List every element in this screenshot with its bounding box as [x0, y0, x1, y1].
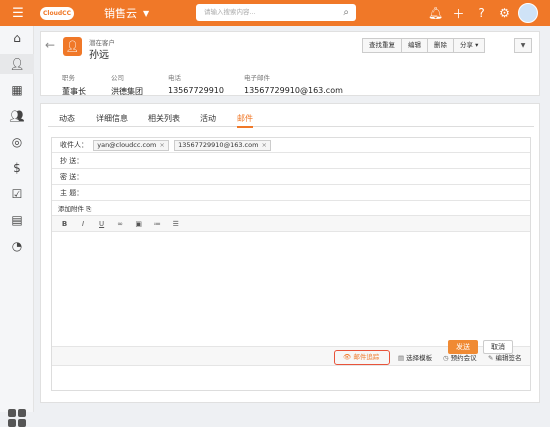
ordered-list-icon[interactable]: ≔	[151, 216, 164, 232]
record-tabs: 动态 详细信息 相关列表 活动 邮件	[48, 113, 534, 128]
editor-toolbar: B I U ∞ ▣ ≔ ☰	[52, 216, 530, 232]
cc-row[interactable]: 抄 送：	[52, 154, 530, 169]
help-icon[interactable]: ?	[470, 6, 493, 20]
edit-signature-label: 编辑签名	[495, 354, 522, 362]
recipient-chip: yan@cloudcc.com ×	[93, 139, 169, 151]
tab-details[interactable]: 详细信息	[96, 113, 128, 124]
task-check-icon[interactable]: ☑	[0, 184, 34, 204]
back-arrow-icon[interactable]: ←	[45, 38, 55, 52]
global-search-input[interactable]: 请输入搜索内容... ⌕	[196, 4, 356, 21]
record-header-card: ← 👤︎ 潜在客户 孙远 查找重复 编辑 删除 分享 ▾ ▼ 职务 董事长 公司…	[40, 31, 540, 96]
dashboard-gauge-icon[interactable]: ◔	[0, 236, 34, 256]
select-template-label: 选择模板	[406, 354, 433, 362]
unordered-list-icon[interactable]: ☰	[169, 216, 182, 232]
contact-icon[interactable]: 👥︎	[0, 106, 34, 126]
money-icon[interactable]: $	[0, 158, 34, 178]
subject-row[interactable]: 主 题：	[52, 186, 530, 201]
field-title: 职务 董事长	[62, 72, 86, 97]
lead-icon[interactable]: 👤︎	[0, 54, 34, 74]
record-detail-card: 动态 详细信息 相关列表 活动 邮件 收件人： yan@cloudcc.com ×…	[40, 103, 540, 403]
field-value: 洪德集团	[111, 87, 143, 96]
tab-email[interactable]: 邮件	[237, 113, 253, 128]
send-button[interactable]: 发送	[448, 340, 478, 354]
find-duplicates-button[interactable]: 查找重复	[362, 38, 402, 53]
link-icon[interactable]: ∞	[114, 216, 127, 232]
attachment-row: 添加附件 ⎘	[52, 202, 530, 216]
field-value: 13567729910	[168, 86, 224, 95]
schedule-meeting-label: 预约会议	[450, 354, 477, 362]
tab-feed[interactable]: 动态	[59, 113, 75, 124]
add-attachment-link[interactable]: 添加附件	[58, 205, 84, 213]
cc-label: 抄 送：	[60, 157, 84, 165]
field-value: 董事长	[62, 87, 86, 96]
user-avatar[interactable]	[518, 3, 538, 23]
edit-button[interactable]: 编辑	[401, 38, 428, 53]
bcc-row[interactable]: 密 送：	[52, 170, 530, 185]
bold-icon[interactable]: B	[58, 216, 71, 232]
field-email: 电子邮件 13567729910@163.com	[244, 72, 343, 95]
image-icon[interactable]: ▣	[132, 216, 145, 232]
email-tracking-toggle[interactable]: 👁︎ 邮件追踪	[334, 350, 390, 365]
lead-object-icon: 👤︎	[63, 37, 82, 56]
underline-icon[interactable]: U	[95, 216, 108, 232]
tab-related-lists[interactable]: 相关列表	[148, 113, 180, 124]
record-name: 孙远	[89, 50, 109, 61]
field-company: 公司 洪德集团	[111, 72, 143, 97]
to-label: 收件人：	[60, 141, 88, 149]
add-icon[interactable]: ＋	[447, 5, 470, 22]
cancel-button[interactable]: 取消	[483, 340, 513, 354]
search-icon[interactable]: ⌕	[343, 4, 349, 21]
more-actions-caret-button[interactable]: ▼	[514, 38, 532, 53]
paperclip-icon[interactable]: ⎘	[86, 205, 91, 213]
eye-icon: 👁︎	[343, 353, 352, 361]
template-icon: ▤	[398, 354, 405, 362]
bcc-label: 密 送：	[60, 173, 84, 181]
record-action-buttons: 查找重复 编辑 删除 分享 ▾	[362, 38, 486, 53]
bell-icon[interactable]: 🔔︎	[424, 6, 447, 20]
remove-recipient-icon[interactable]: ×	[159, 141, 164, 149]
app-name[interactable]: 销售云	[104, 5, 137, 21]
field-value: 13567729910@163.com	[244, 86, 343, 95]
left-sidebar: ⌂ 👤︎ ▦ 👥︎ ◎ $ ☑ ▤ ◔	[0, 26, 34, 427]
field-label: 电话	[168, 74, 181, 82]
clock-icon: ◷	[443, 354, 449, 362]
select-template-button[interactable]: ▤ 选择模板	[398, 352, 432, 362]
pen-icon: ✎	[488, 354, 494, 362]
field-label: 公司	[111, 74, 124, 82]
account-building-icon[interactable]: ▦	[0, 80, 34, 100]
target-icon[interactable]: ◎	[0, 132, 34, 152]
share-button[interactable]: 分享 ▾	[453, 38, 486, 53]
field-label: 电子邮件	[244, 74, 270, 82]
report-chart-icon[interactable]: ▤	[0, 210, 34, 230]
hamburger-menu-icon[interactable]: ☰	[0, 0, 36, 26]
tab-activity[interactable]: 活动	[200, 113, 216, 124]
recipient-chip: 13567729910@163.com ×	[174, 139, 271, 151]
top-icons: 🔔︎ ＋ ? ⚙	[424, 0, 516, 26]
italic-icon[interactable]: I	[77, 216, 90, 232]
field-phone: 电话 13567729910	[168, 72, 224, 95]
email-tracking-label: 邮件追踪	[353, 353, 380, 361]
field-label: 职务	[62, 74, 75, 82]
home-icon[interactable]: ⌂	[0, 28, 34, 48]
share-button-label: 分享	[460, 41, 473, 49]
email-body-editor[interactable]	[52, 232, 530, 346]
recipients-row[interactable]: 收件人： yan@cloudcc.com × 13567729910@163.co…	[52, 138, 530, 153]
gear-icon[interactable]: ⚙	[493, 6, 516, 20]
recipient-address: 13567729910@163.com	[178, 140, 259, 149]
delete-button[interactable]: 删除	[427, 38, 454, 53]
app-switch-caret-icon[interactable]: ▼	[143, 9, 149, 18]
cloudcc-logo: CloudCC	[40, 6, 74, 20]
recipient-address: yan@cloudcc.com	[97, 140, 157, 149]
remove-recipient-icon[interactable]: ×	[261, 141, 266, 149]
search-placeholder: 请输入搜索内容...	[204, 8, 256, 16]
subject-label: 主 题：	[60, 189, 84, 197]
